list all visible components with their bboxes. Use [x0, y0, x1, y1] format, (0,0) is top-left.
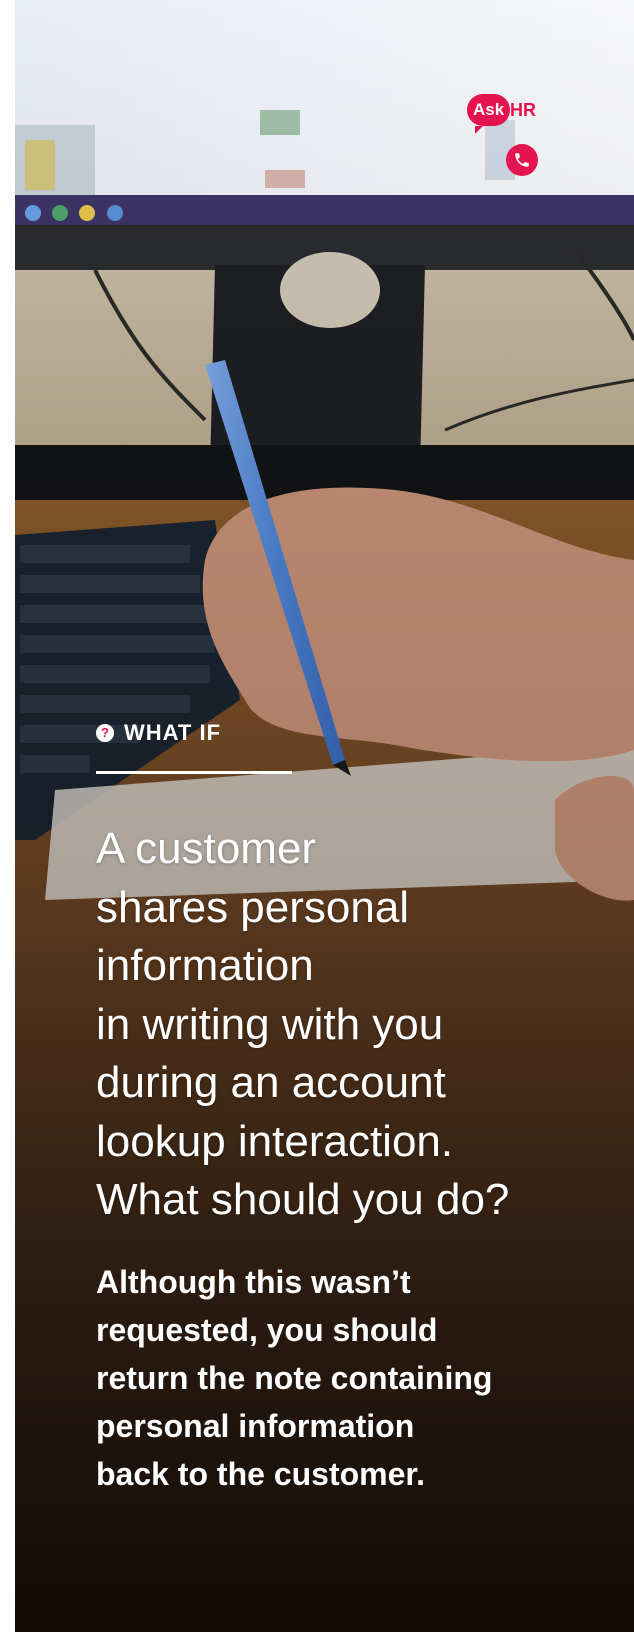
- question-icon: ?: [96, 724, 114, 742]
- phone-icon: [515, 153, 529, 167]
- askhr-logo[interactable]: Ask HR: [467, 94, 541, 176]
- section-divider: [96, 771, 292, 774]
- question-text: A customer shares personal information i…: [96, 824, 510, 1224]
- section-label-text: WHAT IF: [124, 720, 222, 745]
- section-label: ? WHAT IF: [96, 720, 221, 746]
- left-margin: [0, 0, 15, 1632]
- askhr-hr-text: HR: [510, 100, 536, 120]
- answer-text: Although this wasn’t requested, you shou…: [96, 1264, 493, 1492]
- call-button[interactable]: [506, 144, 538, 176]
- page: Ask HR ? WHAT IF A customer shares perso…: [0, 0, 634, 1632]
- askhr-bubble: Ask: [467, 94, 511, 134]
